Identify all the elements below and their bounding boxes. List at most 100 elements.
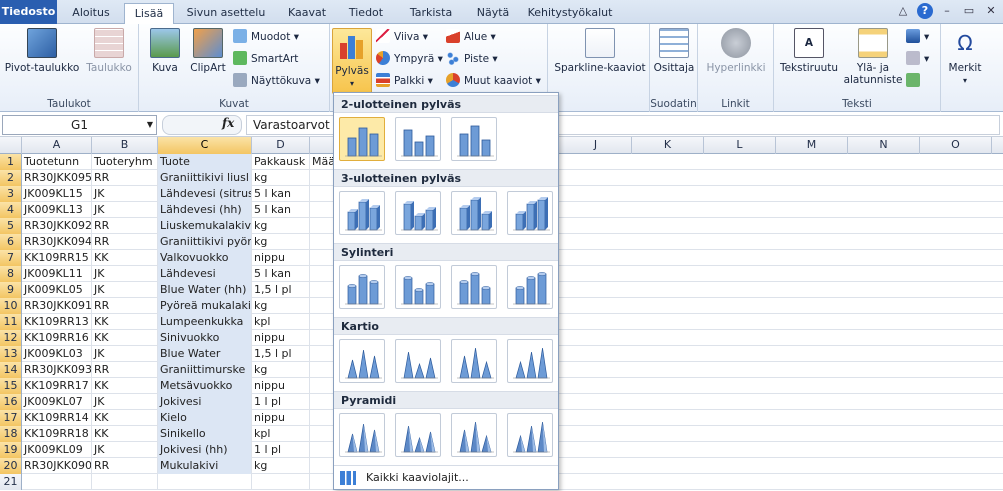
tab-page-layout[interactable]: Sivun asettelu xyxy=(180,3,272,24)
column-chart-button[interactable]: Pylväs ▾ xyxy=(332,28,372,94)
cell[interactable]: KK109RR15 xyxy=(22,250,92,266)
cell[interactable]: JK009KL11 xyxy=(22,266,92,282)
shapes-button[interactable]: Muodot ▾ xyxy=(233,28,299,46)
cell[interactable] xyxy=(310,170,334,186)
cell[interactable]: 5 l kan xyxy=(252,202,310,218)
tab-developer[interactable]: Kehitystyökalut xyxy=(524,3,616,24)
row-header[interactable]: 7 xyxy=(0,250,22,266)
pie-chart-button[interactable]: Ympyrä ▾ xyxy=(376,50,443,68)
cell[interactable] xyxy=(310,234,334,250)
row-header[interactable]: 18 xyxy=(0,426,22,442)
restore-icon[interactable]: ▭ xyxy=(961,3,977,19)
cell[interactable]: Jokivesi (hh) xyxy=(158,442,252,458)
row-header[interactable]: 17 xyxy=(0,410,22,426)
chart-type-2d-column-2[interactable] xyxy=(395,117,441,161)
row-header[interactable]: 2 xyxy=(0,170,22,186)
tab-view[interactable]: Näytä xyxy=(468,3,518,24)
row-header[interactable]: 11 xyxy=(0,314,22,330)
insert-function-button[interactable]: fx xyxy=(222,116,234,130)
cell[interactable] xyxy=(310,410,334,426)
cell[interactable]: Tuotetunn xyxy=(22,154,92,170)
cell[interactable]: kg xyxy=(252,362,310,378)
cell[interactable]: RR xyxy=(92,170,158,186)
cell[interactable]: Mukulakivi xyxy=(158,458,252,474)
chart-type-2d-column-3[interactable] xyxy=(451,117,497,161)
row-header[interactable]: 16 xyxy=(0,394,22,410)
cell[interactable]: Pyöreä mukalakiv xyxy=(158,298,252,314)
cell[interactable]: KK109RR16 xyxy=(22,330,92,346)
cell[interactable]: Liuskemukalakiv xyxy=(158,218,252,234)
cell[interactable]: Lähdevesi (hh) xyxy=(158,202,252,218)
chart-type-3d-column-3[interactable] xyxy=(451,191,497,235)
col-header-c[interactable]: C xyxy=(158,137,252,154)
signature-line-button[interactable]: ▾ xyxy=(906,50,929,68)
cell[interactable]: 1 l pl xyxy=(252,394,310,410)
cell[interactable]: 1,5 l pl xyxy=(252,282,310,298)
cell[interactable]: Lähdevesi (sitrus xyxy=(158,186,252,202)
cell[interactable] xyxy=(310,282,334,298)
cell[interactable]: JK009KL03 xyxy=(22,346,92,362)
cell[interactable]: Blue Water xyxy=(158,346,252,362)
cell[interactable]: nippu xyxy=(252,250,310,266)
cell[interactable]: KK xyxy=(92,314,158,330)
cell[interactable]: Jokivesi xyxy=(158,394,252,410)
col-header-e[interactable] xyxy=(310,137,334,154)
header-footer-button[interactable]: Ylä- ja alatunniste xyxy=(842,28,904,86)
row-header[interactable]: 10 xyxy=(0,298,22,314)
help-icon[interactable]: ? xyxy=(917,3,933,19)
cell[interactable]: 1,5 l pl xyxy=(252,346,310,362)
tab-formulas[interactable]: Kaavat xyxy=(278,3,336,24)
col-header-k[interactable]: K xyxy=(632,137,704,154)
cell[interactable]: 5 l kan xyxy=(252,186,310,202)
area-chart-button[interactable]: Alue ▾ xyxy=(446,28,496,46)
cell[interactable]: RR xyxy=(92,298,158,314)
cell[interactable]: RR30JKK092 xyxy=(22,218,92,234)
cell[interactable]: Lähdevesi xyxy=(158,266,252,282)
row-header[interactable]: 14 xyxy=(0,362,22,378)
row-header[interactable]: 13 xyxy=(0,346,22,362)
cell[interactable]: Graniittikivi pyör xyxy=(158,234,252,250)
cell[interactable]: JK xyxy=(92,282,158,298)
cell[interactable]: KK xyxy=(92,330,158,346)
col-header-l[interactable]: L xyxy=(704,137,776,154)
cell[interactable]: Mää xyxy=(310,154,334,170)
cell[interactable]: KK109RR13 xyxy=(22,314,92,330)
chart-type-cylinder-1[interactable] xyxy=(339,265,385,309)
object-button[interactable] xyxy=(906,72,924,90)
cell[interactable]: JK xyxy=(92,186,158,202)
cell[interactable]: KK109RR18 xyxy=(22,426,92,442)
ribbon-minimize-icon[interactable]: △ xyxy=(895,3,911,19)
cell[interactable]: kg xyxy=(252,234,310,250)
row-header[interactable]: 15 xyxy=(0,378,22,394)
cell[interactable]: Blue Water (hh) xyxy=(158,282,252,298)
row-header[interactable]: 8 xyxy=(0,266,22,282)
cell[interactable]: Tuote xyxy=(158,154,252,170)
chart-type-3d-column-2[interactable] xyxy=(395,191,441,235)
cell[interactable] xyxy=(310,266,334,282)
cell[interactable]: Kielo xyxy=(158,410,252,426)
cell[interactable] xyxy=(310,362,334,378)
smartart-button[interactable]: SmartArt xyxy=(233,50,298,68)
chart-type-cone-1[interactable] xyxy=(339,339,385,383)
row-header[interactable]: 21 xyxy=(0,474,22,490)
table-button[interactable]: Taulukko xyxy=(82,28,136,74)
chart-type-pyramid-3[interactable] xyxy=(451,413,497,457)
chart-type-cylinder-4[interactable] xyxy=(507,265,553,309)
cell[interactable]: KK xyxy=(92,250,158,266)
cell[interactable]: Sinivuokko xyxy=(158,330,252,346)
cell[interactable] xyxy=(310,346,334,362)
slicer-button[interactable]: Osittaja xyxy=(652,28,696,74)
cell[interactable] xyxy=(310,202,334,218)
chart-type-pyramid-4[interactable] xyxy=(507,413,553,457)
cell[interactable]: RR30JKK095 xyxy=(22,170,92,186)
row-header[interactable]: 4 xyxy=(0,202,22,218)
cell[interactable]: JK xyxy=(92,394,158,410)
cell[interactable]: KK xyxy=(92,410,158,426)
row-header[interactable]: 20 xyxy=(0,458,22,474)
cell[interactable]: Valkovuokko xyxy=(158,250,252,266)
cell[interactable]: RR30JKK094 xyxy=(22,234,92,250)
cell[interactable]: nippu xyxy=(252,378,310,394)
cell[interactable]: kg xyxy=(252,298,310,314)
cell[interactable]: RR xyxy=(92,458,158,474)
cell[interactable] xyxy=(310,314,334,330)
